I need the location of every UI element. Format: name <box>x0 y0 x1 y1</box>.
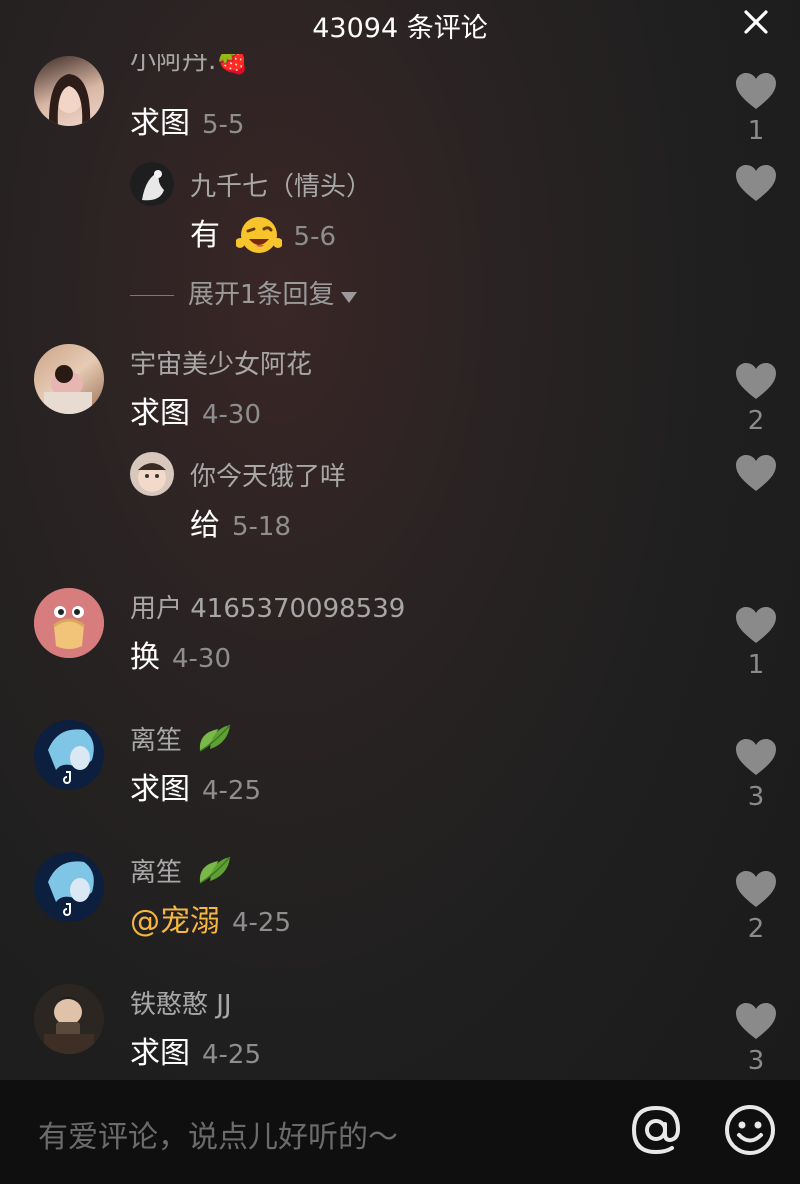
like-button[interactable]: 2 <box>734 362 778 436</box>
heart-icon <box>736 739 776 775</box>
at-icon[interactable] <box>628 1102 684 1158</box>
like-count: 2 <box>747 914 765 944</box>
heart-icon <box>736 165 776 201</box>
comment-text: 求图 4-25 <box>130 1028 261 1072</box>
close-icon[interactable] <box>740 6 772 38</box>
avatar[interactable] <box>34 852 104 922</box>
comment-body: 求图 <box>130 106 190 141</box>
comment-body: 求图 <box>130 396 190 431</box>
like-count: 1 <box>747 650 765 680</box>
comment-text: 换 4-30 <box>130 632 231 676</box>
expand-replies-button[interactable]: 展开1条回复 <box>130 274 357 311</box>
avatar[interactable] <box>34 56 104 126</box>
comment-body: 给 <box>190 508 220 543</box>
comment-author[interactable]: 离笙 <box>130 852 234 889</box>
heart-icon <box>736 607 776 643</box>
comment-date: 4-30 <box>172 644 232 674</box>
comments-header: 43094 条评论 <box>0 0 800 48</box>
comment-date: 4-25 <box>202 1040 262 1070</box>
like-button[interactable]: 3 <box>734 738 778 812</box>
heart-icon <box>736 363 776 399</box>
avatar[interactable] <box>130 162 174 206</box>
comment-text: 给 5-18 <box>190 500 291 544</box>
leaf-icon <box>196 721 234 755</box>
comment-text: 求图 4-30 <box>130 388 261 432</box>
comment-text: @宠溺 4-25 <box>130 896 291 940</box>
comment-body: 换 <box>130 640 160 675</box>
like-count: 3 <box>747 1046 765 1076</box>
like-button[interactable]: 1 <box>734 72 778 146</box>
like-button[interactable]: 2 <box>734 870 778 944</box>
comment-date: 4-30 <box>202 400 262 430</box>
avatar[interactable] <box>34 984 104 1054</box>
comment-date: 5-6 <box>293 222 337 252</box>
like-count: 2 <box>747 406 765 436</box>
like-button[interactable]: 3 <box>734 1002 778 1076</box>
avatar[interactable] <box>34 720 104 790</box>
comment-list[interactable]: 小阿丹.🍓 求图 5-5 1 九千七（情头） 有 5-6 展开1条回复 宇宙美少… <box>0 48 800 1080</box>
comment-author[interactable]: 小阿丹.🍓 <box>130 54 249 82</box>
wink-emoji <box>234 215 283 255</box>
avatar[interactable] <box>34 588 104 658</box>
comment-body: 求图 <box>130 772 190 807</box>
like-button[interactable] <box>734 454 778 492</box>
heart-icon <box>736 1003 776 1039</box>
divider <box>130 295 174 296</box>
heart-icon <box>736 871 776 907</box>
emoji-icon[interactable] <box>722 1102 778 1158</box>
like-button[interactable] <box>734 164 778 202</box>
heart-icon <box>736 73 776 109</box>
comment-date: 5-5 <box>202 110 245 140</box>
triangle-down-icon <box>340 281 357 311</box>
comment-author[interactable]: 离笙 <box>130 720 234 757</box>
comment-author[interactable]: 铁憨憨 JJ <box>130 984 232 1021</box>
avatar[interactable] <box>130 452 174 496</box>
comment-date: 4-25 <box>202 776 262 806</box>
comment-text: 求图 5-5 <box>130 98 244 142</box>
comment-date: 5-18 <box>232 512 292 542</box>
comment-body: 有 <box>190 218 220 253</box>
comment-input[interactable]: 有爱评论，说点儿好听的～ <box>38 1112 398 1156</box>
comment-count-title: 43094 条评论 <box>312 13 488 44</box>
heart-icon <box>736 455 776 491</box>
comment-author[interactable]: 用户 4165370098539 <box>130 588 405 625</box>
like-count: 3 <box>747 782 765 812</box>
leaf-icon <box>196 853 234 887</box>
mention-link[interactable]: @宠溺 <box>130 904 220 939</box>
avatar[interactable] <box>34 344 104 414</box>
like-count: 1 <box>747 116 765 146</box>
comment-author[interactable]: 你今天饿了咩 <box>190 456 346 493</box>
comment-body: 求图 <box>130 1036 190 1071</box>
comment-author[interactable]: 九千七（情头） <box>190 166 372 203</box>
comment-author[interactable]: 宇宙美少女阿花 <box>130 344 312 381</box>
comment-text: 求图 4-25 <box>130 764 261 808</box>
comment-input-bar: 有爱评论，说点儿好听的～ <box>0 1080 800 1184</box>
like-button[interactable]: 1 <box>734 606 778 680</box>
comment-text: 有 5-6 <box>190 210 336 255</box>
comment-date: 4-25 <box>232 908 292 938</box>
